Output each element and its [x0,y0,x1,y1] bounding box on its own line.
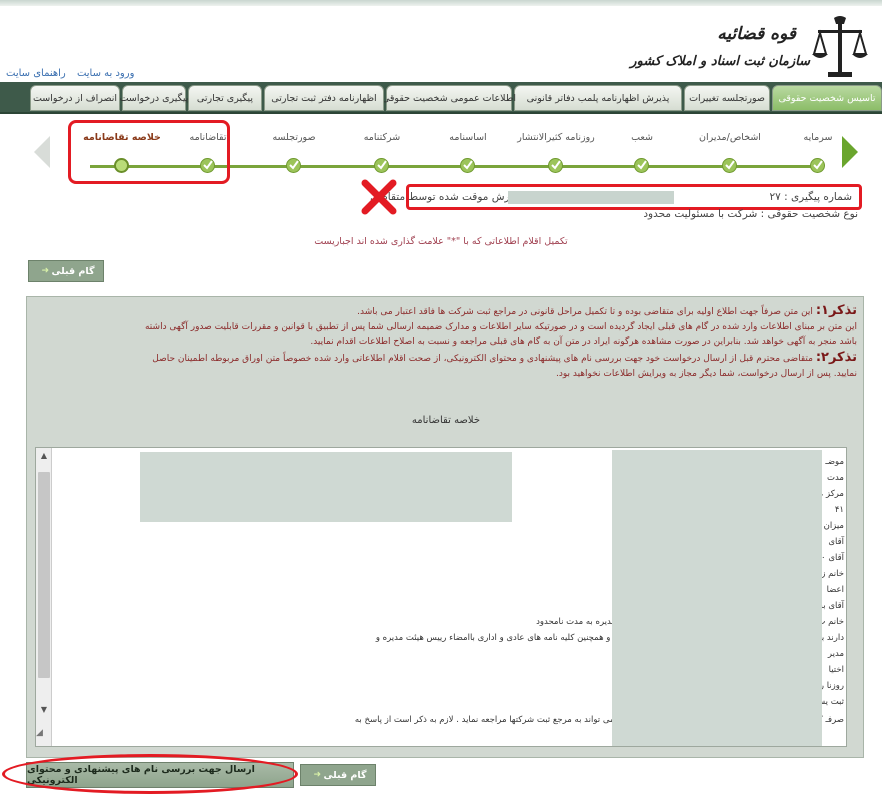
required-fields-note: تکمیل اقلام اطلاعاتی که با "*" علامت گذا… [314,236,568,247]
logo-block: قوه قضائیه سازمان ثبت اسناد و املاک کشور [630,12,868,82]
note1-line2: این متن بر مبنای اطلاعات وارد شده در گام… [144,322,857,332]
step-done-icon [460,158,475,173]
tab-cancel-request[interactable]: انصراف از درخواست [30,85,120,111]
tab-entity-general-info[interactable]: اطلاعات عمومی شخصیت حقوقی [382,85,516,111]
summary-line: مدیر [827,649,844,659]
note1-line1: این متن صرفاً جهت اطلاع اولیه برای متقاض… [357,307,813,317]
tab-commercial-followup[interactable]: پیگیری تجارتی [188,85,262,111]
step-done-icon [286,158,301,173]
arrow-icon: ➜ [313,770,322,780]
top-links: ورود به سایت راهنمای سایت [6,68,142,79]
note2-line1: متقاضی محترم قبل از ارسال درخواست خود جه… [152,354,813,364]
summary-title: خلاصه تقاضانامه [411,415,481,426]
step-minutes[interactable]: صورتجلسه [254,130,334,173]
main-nav: تاسیس شخصیت حقوقی صورتجلسه تغییرات پذیرش… [0,82,882,114]
summary-line: اعضا [826,585,844,595]
tab-ledger-seal[interactable]: پذیرش اظهارنامه پلمب دفاتر قانونی [514,85,682,111]
help-link[interactable]: راهنمای سایت [6,68,66,79]
step-label: شعب [631,132,653,143]
next-arrow-icon[interactable] [838,134,862,170]
tab-establish-entity[interactable]: تاسیس شخصیت حقوقی [772,85,882,111]
highlight-ellipse-submit [2,754,298,794]
prev-step-button-bottom[interactable]: ➜ گام قبلی [300,764,376,786]
redacted-area [140,452,512,522]
tab-request-followup[interactable]: پیگیری درخواست [120,85,188,111]
summary-line: مدت [826,473,844,483]
step-done-icon [634,158,649,173]
prev-step-label: گام قبلی [323,769,367,781]
note1-line3: باشد منجر به آگهی خواهد شد. بنابراین در … [310,337,857,347]
step-done-icon [548,158,563,173]
org-name-line2: سازمان ثبت اسناد و املاک کشور [630,54,810,69]
step-label: اساسنامه [449,132,487,143]
step-done-icon [810,158,825,173]
scales-emblem-icon [812,16,868,77]
scroll-down-icon[interactable]: ▼ [36,704,52,716]
site-header: ورود به سایت راهنمای سایت قوه قضائیه ساز… [0,6,882,82]
step-label: شرکتنامه [363,132,401,143]
tracking-number-label: شماره پیگیری : ۲۷ [769,191,852,203]
step-branches[interactable]: شعب [602,130,682,173]
arrow-icon: ➜ [41,266,50,276]
red-x-icon [361,179,397,215]
scroll-thumb[interactable] [38,472,50,678]
note1-title: تذکر۱: [815,303,857,318]
step-done-icon [722,158,737,173]
tracking-status-line: شماره پیگیری : ۲۷ ۹ وضعیت : پذیرش موقت ش… [370,188,858,208]
org-name-line1: قوه قضائیه [717,24,796,44]
note2-title: تذکر۲: [815,350,857,365]
notes: تذکر۱: این متن صرفاً جهت اطلاع اولیه برا… [35,303,857,382]
login-link[interactable]: ورود به سایت [77,68,134,79]
step-label: صورتجلسه [272,132,316,143]
entity-type: نوع شخصیت حقوقی : شرکت با مسئولیت محدود [643,208,858,220]
resize-grip-icon[interactable]: ◢ [36,728,52,744]
summary-panel: تذکر۱: این متن صرفاً جهت اطلاع اولیه برا… [26,296,864,758]
step-label: اشخاص/مدیران [699,132,761,143]
step-statute[interactable]: اساسنامه [428,130,508,173]
highlight-box-steps [68,120,230,184]
scroll-up-icon[interactable]: ▲ [36,450,52,462]
step-company-agreement[interactable]: شرکتنامه [342,130,422,173]
step-persons-managers[interactable]: اشخاص/مدیران [690,130,770,173]
step-label: روزنامه کثیرالانتشار [517,132,595,143]
note2-line2: نمایید. پس از ارسال درخواست، شما دیگر مج… [555,369,857,379]
tab-change-minutes[interactable]: صورتجلسه تغییرات [684,85,770,111]
step-done-icon [374,158,389,173]
summary-line: ۴۱ [834,505,844,515]
prev-step-button[interactable]: ➜ گام قبلی [28,260,104,282]
summary-textarea[interactable]: ▲ ▼ ◢ موضـ از اخذ مجوزهای لازم مدت [35,447,847,747]
redacted-area [612,450,822,746]
scrollbar[interactable]: ▲ ▼ ◢ [36,448,52,746]
summary-line: آقای [828,537,844,547]
prev-arrow-icon[interactable] [30,134,54,170]
tab-commercial-register[interactable]: اظهارنامه دفتر ثبت تجارتی [264,85,384,111]
step-newspaper[interactable]: روزنامه کثیرالانتشار [516,130,596,173]
redacted-area [508,191,674,204]
prev-step-label: گام قبلی [51,265,95,277]
summary-line: اختیا [828,665,844,675]
